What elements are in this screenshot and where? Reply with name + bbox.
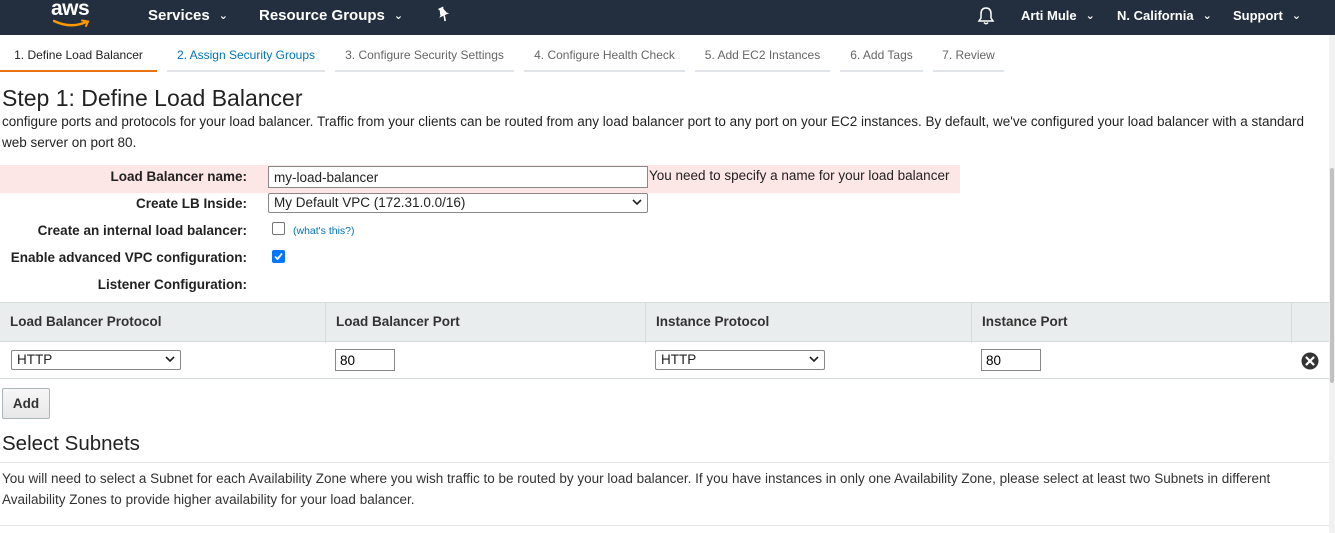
bell-icon[interactable] [976, 6, 996, 26]
remove-listener-icon[interactable] [1301, 352, 1319, 370]
chevron-down-icon: ⌄ [1085, 10, 1095, 22]
lb-protocol-select[interactable]: HTTP [11, 350, 181, 370]
add-listener-button[interactable]: Add [2, 388, 50, 419]
lb-name-input[interactable] [268, 166, 648, 188]
chevron-down-icon: ⌄ [1291, 10, 1302, 22]
chevron-down-icon: ⌄ [393, 10, 404, 22]
listener-config-label: Listener Configuration: [97, 277, 247, 292]
chevron-down-icon: ⌄ [1202, 10, 1212, 22]
aws-logo[interactable]: aws [51, 0, 97, 32]
vpc-select[interactable]: My Default VPC (172.31.0.0/16) [268, 193, 648, 213]
tab-assign-security-groups[interactable]: 2. Assign Security Groups [167, 40, 325, 72]
lb-name-error: You need to specify a name for your load… [649, 168, 950, 183]
support-menu[interactable]: Support ⌄ [1233, 0, 1301, 32]
tab-add-ec2-instances[interactable]: 5. Add EC2 Instances [695, 40, 830, 72]
account-name: Arti Mule [1021, 8, 1077, 23]
scrollbar-thumb[interactable] [1330, 168, 1334, 383]
subnets-description: You will need to select a Subnet for eac… [2, 471, 1271, 507]
instance-protocol-select[interactable]: HTTP [655, 350, 825, 370]
services-menu[interactable]: Services ⌄ [148, 0, 228, 32]
chevron-down-icon: ⌄ [218, 10, 228, 22]
tab-configure-health-check[interactable]: 4. Configure Health Check [524, 40, 685, 72]
header-actions [1291, 303, 1330, 343]
resource-groups-menu[interactable]: Resource Groups ⌄ [259, 0, 403, 32]
resource-groups-label: Resource Groups [259, 7, 385, 24]
advanced-vpc-checkbox[interactable] [272, 250, 285, 263]
header-instance-port: Instance Port [971, 303, 1291, 343]
checkmark-icon [274, 252, 283, 261]
support-label: Support [1233, 8, 1283, 23]
whats-this-link[interactable]: (what's this?) [293, 225, 355, 237]
page-description: configure ports and protocols for your l… [2, 114, 1305, 150]
page-title: Step 1: Define Load Balancer [2, 85, 303, 111]
services-label: Services [148, 7, 210, 24]
chevron-down-icon [809, 356, 819, 363]
chevron-down-icon [165, 356, 175, 363]
header-lb-port: Load Balancer Port [325, 303, 645, 343]
wizard-steps: 1. Define Load Balancer 2. Assign Securi… [0, 40, 1335, 72]
lb-port-input[interactable] [335, 349, 395, 371]
divider [0, 525, 1330, 526]
tab-define-load-balancer[interactable]: 1. Define Load Balancer [0, 40, 157, 72]
account-menu[interactable]: Arti Mule ⌄ [1021, 0, 1095, 32]
chevron-down-icon [632, 199, 642, 206]
instance-port-input[interactable] [981, 349, 1041, 371]
header-instance-protocol: Instance Protocol [645, 303, 971, 343]
divider [0, 462, 1330, 463]
lb-name-label: Load Balancer name: [110, 169, 247, 184]
top-navigation-bar: aws Services ⌄ Resource Groups ⌄ Arti Mule… [0, 0, 1335, 35]
tab-review[interactable]: 7. Review [933, 40, 1004, 72]
tab-configure-security-settings[interactable]: 3. Configure Security Settings [335, 40, 514, 72]
lb-protocol-value: HTTP [17, 352, 53, 367]
internal-lb-checkbox[interactable] [272, 222, 285, 235]
subnets-title: Select Subnets [2, 432, 140, 455]
vpc-label: Create LB Inside: [135, 196, 247, 211]
aws-logo-text: aws [51, 0, 90, 20]
tab-add-tags[interactable]: 6. Add Tags [840, 40, 923, 72]
vpc-selected-value: My Default VPC (172.31.0.0/16) [274, 195, 466, 210]
instance-protocol-value: HTTP [661, 352, 697, 367]
pin-icon[interactable] [437, 6, 451, 24]
listener-table-header: Load Balancer Protocol Load Balancer Por… [0, 302, 1330, 343]
region-menu[interactable]: N. California ⌄ [1117, 0, 1212, 32]
header-lb-protocol: Load Balancer Protocol [10, 314, 162, 329]
advanced-vpc-label: Enable advanced VPC configuration: [10, 250, 247, 265]
internal-lb-label: Create an internal load balancer: [37, 223, 247, 238]
region-name: N. California [1117, 8, 1194, 23]
aws-smile-icon [53, 19, 90, 27]
